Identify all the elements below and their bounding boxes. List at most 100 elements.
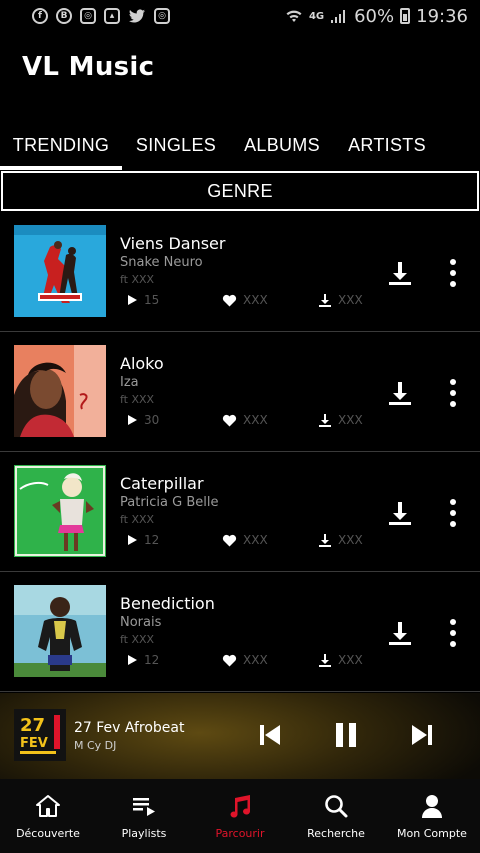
download-count: XXX [318,293,363,307]
track-artist[interactable]: Norais [120,615,161,630]
wifi-icon [286,10,302,22]
nav-playlists[interactable]: Playlists [96,779,192,853]
status-bar: f B ◎ ▴ ◎ 4G 60% 19:36 [0,0,480,32]
download-icon[interactable] [387,500,413,526]
track-featuring: ft XXX [120,513,155,526]
play-icon [128,295,137,305]
track-title: Viens Danser [120,234,226,253]
app-title: VL Music [22,52,155,82]
download-count-value: XXX [338,533,363,547]
track-artist[interactable]: Iza [120,375,139,390]
download-count-value: XXX [338,413,363,427]
tab-trending[interactable]: TRENDING [0,120,122,170]
track-artist[interactable]: Snake Neuro [120,255,203,270]
singer-cover [14,465,106,557]
more-options-icon[interactable] [443,498,463,528]
play-icon [128,655,137,665]
notification-icons: f B ◎ ▴ ◎ [32,8,170,24]
like-count-value: XXX [243,533,268,547]
nav-parcourir[interactable]: Parcourir [192,779,288,853]
like-count-value: XXX [243,653,268,667]
track-list: Viens Danser Snake Neuro ft XXX 15 XXX X… [0,212,480,692]
now-playing-cover: 27 FEV [14,709,66,761]
like-count: XXX [222,533,268,547]
genre-button[interactable]: GENRE [1,171,479,211]
play-count-value: 12 [144,533,160,547]
facebook-icon: f [32,8,48,24]
more-options-icon[interactable] [443,258,463,288]
track-featuring: ft XXX [120,393,155,406]
download-count: XXX [318,653,363,667]
download-small-icon [319,534,331,547]
more-options-icon[interactable] [443,618,463,648]
home-icon [36,795,60,817]
nav-recherche[interactable]: Recherche [288,779,384,853]
portrait-cover [14,345,106,437]
track-stats: 12 XXX XXX [126,533,376,549]
battery-icon [400,8,411,24]
tab-albums[interactable]: ALBUMS [230,120,334,170]
search-icon [325,795,348,818]
nav-label: Mon Compte [397,827,467,840]
play-count-value: 15 [144,293,160,307]
download-icon[interactable] [387,620,413,646]
play-count: 15 [126,293,159,307]
like-count: XXX [222,413,268,427]
track-row[interactable]: Caterpillar Patricia G Belle ft XXX 12 X… [0,452,480,572]
battery-percent: 60% [354,5,395,27]
nav-mon-compte[interactable]: Mon Compte [384,779,480,853]
track-artist[interactable]: Patricia G Belle [120,495,218,510]
track-stats: 15 XXX XXX [126,293,376,309]
download-small-icon [319,654,331,667]
tab-singles[interactable]: SINGLES [122,120,230,170]
download-count-value: XXX [338,293,363,307]
next-track-icon[interactable] [410,723,434,747]
play-count: 12 [126,533,159,547]
track-featuring: ft XXX [120,273,155,286]
like-count: XXX [222,293,268,307]
signal-icon [331,10,346,23]
track-title: Aloko [120,354,164,373]
playlist-icon [133,798,155,816]
category-tabs: TRENDING SINGLES ALBUMS ARTISTS [0,120,480,170]
play-count-value: 12 [144,653,160,667]
system-status: 4G 60% 19:36 [285,6,468,27]
download-small-icon [319,414,331,427]
instagram-icon: ◎ [80,8,96,24]
play-count: 12 [126,653,159,667]
mini-player[interactable]: 27 FEV 27 Fev Afrobeat M Cy DJ [0,693,480,779]
previous-track-icon[interactable] [258,723,282,747]
pause-icon[interactable] [334,722,358,748]
network-type: 4G [308,10,325,22]
like-count-value: XXX [243,413,268,427]
dancers-cover [14,225,106,317]
track-title: Caterpillar [120,474,204,493]
account-icon [422,795,442,818]
more-options-icon[interactable] [443,378,463,408]
heart-icon [222,534,237,546]
download-icon[interactable] [387,380,413,406]
now-playing-title: 27 Fev Afrobeat [74,720,185,736]
download-count: XXX [318,533,363,547]
now-playing-artist: M Cy DJ [74,739,117,752]
track-featuring: ft XXX [120,633,155,646]
svg-text:FEV: FEV [20,736,48,751]
track-row[interactable]: Benediction Norais ft XXX 12 XXX XXX [0,572,480,692]
clock: 19:36 [416,5,468,27]
nav-label: Découverte [16,827,80,840]
download-icon[interactable] [387,260,413,286]
play-count-value: 30 [144,413,160,427]
track-row[interactable]: Viens Danser Snake Neuro ft XXX 15 XXX X… [0,212,480,332]
tab-artists[interactable]: ARTISTS [334,120,440,170]
download-count-value: XXX [338,653,363,667]
nav-label: Playlists [121,827,167,840]
artist-cover [14,585,106,677]
like-count-value: XXX [243,293,268,307]
play-icon [128,415,137,425]
play-icon [128,535,137,545]
music-note-icon [230,795,250,818]
nav-decouverte[interactable]: Découverte [0,779,96,853]
track-row[interactable]: Aloko Iza ft XXX 30 XXX XXX [0,332,480,452]
bottom-navigation: Découverte Playlists Parcourir Recherche… [0,779,480,853]
b-app-icon: B [56,8,72,24]
